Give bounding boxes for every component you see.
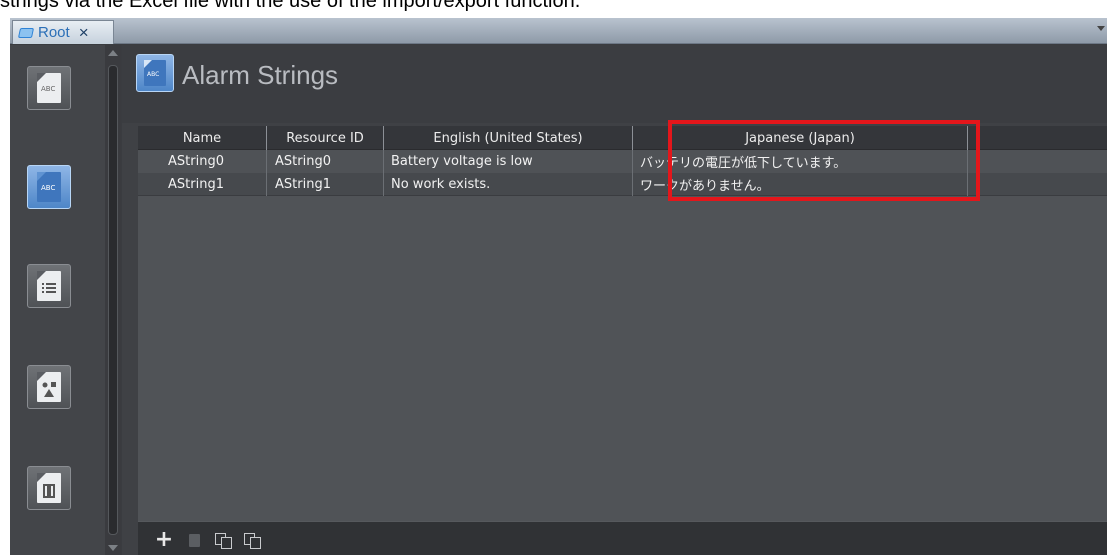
tab-root-label: Root	[38, 24, 70, 41]
list-document-icon	[37, 271, 61, 301]
column-header-resource-id[interactable]: Resource ID	[267, 126, 384, 150]
nav-item-images[interactable]	[27, 365, 71, 409]
trash-icon	[188, 533, 200, 547]
cell-name[interactable]: AString0	[138, 150, 267, 173]
nav-item-list[interactable]	[27, 264, 71, 308]
alarm-strings-table: Name Resource ID English (United States)…	[138, 120, 1107, 521]
cell-resource-id[interactable]: AString1	[267, 173, 384, 196]
table-empty-area[interactable]	[138, 197, 1107, 521]
cell-english[interactable]: No work exists.	[384, 173, 633, 196]
media-document-icon	[37, 473, 61, 503]
table-header: Name Resource ID English (United States)…	[138, 126, 1107, 150]
tab-bar: Root ×	[10, 18, 1107, 44]
cell-resource-id[interactable]: AString0	[267, 150, 384, 173]
nav-scrollbar[interactable]	[105, 45, 121, 555]
nav-item-string-resource[interactable]: ABC	[27, 66, 71, 110]
column-header-name[interactable]: Name	[138, 126, 267, 150]
import-icon	[215, 533, 232, 549]
import-button[interactable]	[211, 528, 235, 552]
plus-icon: +	[154, 527, 174, 552]
nav-item-alarm-strings[interactable]: ABC	[27, 165, 71, 209]
cell-name[interactable]: AString1	[138, 173, 267, 196]
editor-pane: ABC Alarm Strings Name Resource ID Engli…	[122, 45, 1107, 555]
editor-header: ABC Alarm Strings	[122, 45, 1107, 123]
chevron-down-icon[interactable]	[1097, 26, 1105, 31]
string-document-icon: ABC	[37, 73, 61, 103]
folder-icon	[17, 27, 35, 38]
table-row[interactable]: AString0 AString0 Battery voltage is low…	[138, 150, 1107, 173]
add-button[interactable]: +	[152, 528, 176, 552]
table-row[interactable]: AString1 AString1 No work exists. ワークがあり…	[138, 173, 1107, 196]
export-button[interactable]	[240, 528, 264, 552]
scroll-track[interactable]	[108, 65, 118, 535]
cell-japanese[interactable]: バッテリの電圧が低下しています。	[633, 150, 968, 173]
close-icon[interactable]: ×	[79, 24, 89, 41]
application-window: Root × ABC ABC ABC Alarm Strings Name Re…	[10, 18, 1107, 555]
cell-english[interactable]: Battery voltage is low	[384, 150, 633, 173]
export-icon	[244, 533, 261, 549]
document-caption: strings via the Excel file with the use …	[0, 0, 581, 11]
alarm-strings-icon: ABC	[136, 54, 174, 92]
alarm-string-document-icon: ABC	[37, 172, 61, 202]
delete-button[interactable]	[182, 528, 206, 552]
table-toolbar: +	[138, 521, 1107, 555]
tab-root[interactable]: Root ×	[12, 20, 114, 44]
column-header-english[interactable]: English (United States)	[384, 126, 633, 150]
column-header-japanese[interactable]: Japanese (Japan)	[633, 126, 968, 150]
image-document-icon	[37, 372, 61, 402]
nav-item-media[interactable]	[27, 466, 71, 510]
page-title: Alarm Strings	[182, 60, 339, 90]
scroll-down-icon[interactable]	[108, 545, 118, 551]
cell-japanese[interactable]: ワークがありません。	[633, 173, 968, 196]
resource-nav-panel: ABC ABC	[10, 45, 106, 555]
alarm-strings-glyph: ABC	[144, 60, 166, 86]
scroll-up-icon[interactable]	[108, 50, 118, 56]
